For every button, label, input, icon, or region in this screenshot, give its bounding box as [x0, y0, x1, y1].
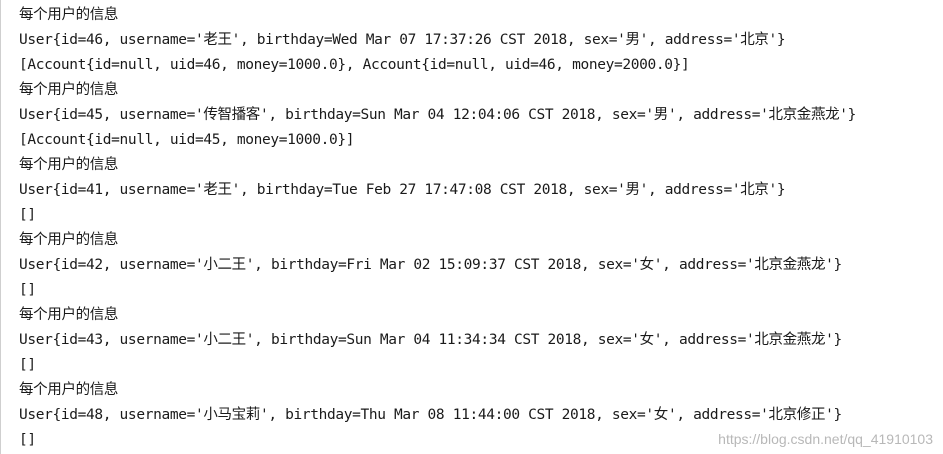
console-line-accounts: [Account{id=null, uid=45, money=1000.0}]: [19, 132, 355, 148]
console-line-user: User{id=41, username='老王', birthday=Tue …: [19, 182, 786, 198]
console-line-user: User{id=43, username='小二王', birthday=Sun…: [19, 332, 842, 348]
console-line-heading: 每个用户的信息: [19, 382, 119, 398]
watermark-url: https://blog.csdn.net/qq_41910103: [718, 431, 933, 447]
console-line-heading: 每个用户的信息: [19, 7, 119, 23]
console-line-user: User{id=46, username='老王', birthday=Wed …: [19, 32, 786, 48]
console-lines: 每个用户的信息 User{id=46, username='老王', birth…: [19, 3, 943, 453]
console-line-user: User{id=45, username='传智播客', birthday=Su…: [19, 107, 857, 123]
console-line-heading: 每个用户的信息: [19, 157, 119, 173]
console-line-heading: 每个用户的信息: [19, 232, 119, 248]
console-line-user: User{id=42, username='小二王', birthday=Fri…: [19, 257, 842, 273]
console-line-heading: 每个用户的信息: [19, 82, 119, 98]
console-line-accounts: []: [19, 207, 36, 223]
console-line-accounts: []: [19, 282, 36, 298]
console-line-accounts: [Account{id=null, uid=46, money=1000.0},…: [19, 57, 690, 73]
console-line-heading: 每个用户的信息: [19, 307, 119, 323]
console-line-accounts: []: [19, 357, 36, 373]
console-output-panel[interactable]: 每个用户的信息 User{id=46, username='老王', birth…: [0, 0, 943, 454]
console-line-user: User{id=48, username='小马宝莉', birthday=Th…: [19, 407, 842, 423]
